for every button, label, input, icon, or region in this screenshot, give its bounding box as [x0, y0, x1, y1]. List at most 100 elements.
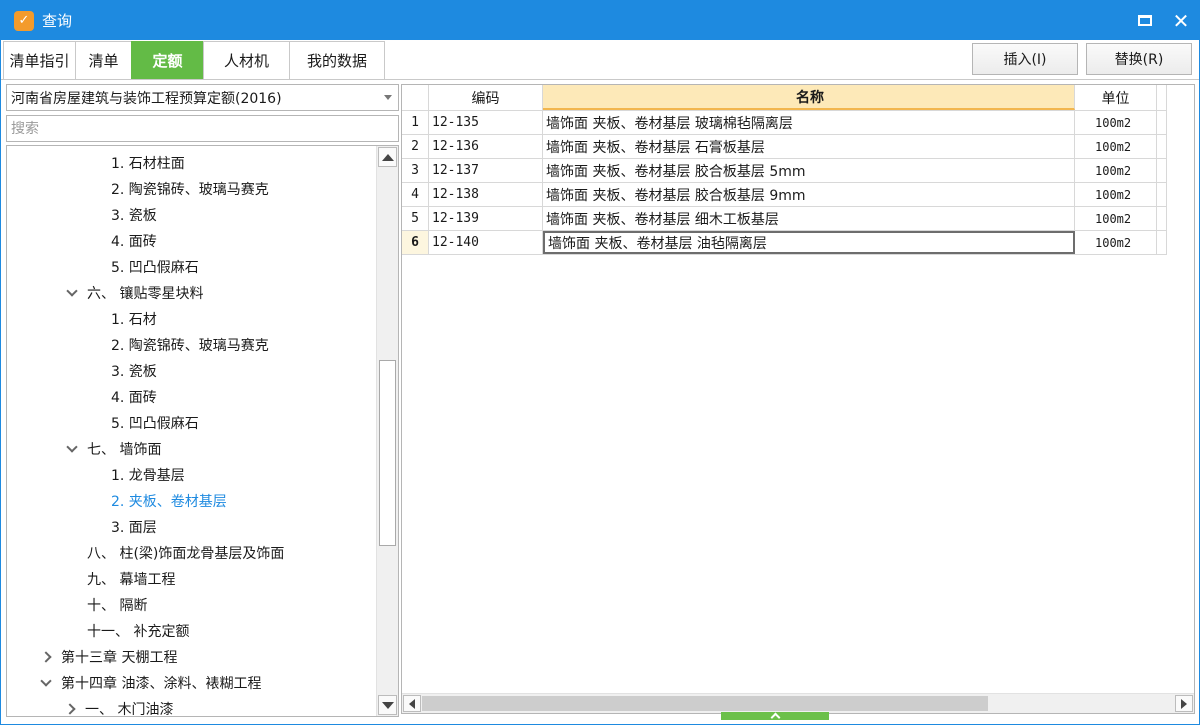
tree-item[interactable]: 1. 石材 — [111, 306, 157, 332]
row-index: 5 — [402, 207, 429, 230]
row-name[interactable]: 墙饰面 夹板、卷材基层 石膏板基层 — [543, 135, 1075, 158]
scroll-left-button[interactable] — [403, 695, 421, 712]
table-row[interactable]: 1 12-135 墙饰面 夹板、卷材基层 玻璃棉毡隔离层 100m2 — [402, 111, 1167, 135]
tree-item[interactable]: 3. 面层 — [111, 514, 157, 540]
tab-my-data[interactable]: 我的数据 — [289, 41, 385, 79]
table-row-current[interactable]: 6 12-140 墙饰面 夹板、卷材基层 油毡隔离层 100m2 — [402, 231, 1167, 255]
tree-item[interactable]: 5. 凹凸假麻石 — [111, 410, 199, 436]
tree-vertical-scrollbar[interactable] — [376, 146, 398, 716]
close-icon: ✕ — [1172, 8, 1190, 33]
tree-item[interactable]: 十一、 补充定额 — [87, 618, 189, 644]
row-name[interactable]: 墙饰面 夹板、卷材基层 胶合板基层 9mm — [543, 183, 1075, 206]
collapse-panel-handle[interactable] — [721, 712, 829, 720]
row-name[interactable]: 墙饰面 夹板、卷材基层 胶合板基层 5mm — [543, 159, 1075, 182]
tab-materials[interactable]: 人材机 — [203, 41, 289, 79]
header-index — [402, 85, 429, 110]
tree-item[interactable]: 3. 瓷板 — [111, 202, 157, 228]
tree-node-chapter-13[interactable]: 第十三章 天棚工程 — [39, 644, 177, 670]
header-unit[interactable]: 单位 — [1075, 85, 1157, 110]
row-code[interactable]: 12-135 — [429, 111, 543, 134]
row-unit[interactable]: 100m2 — [1075, 207, 1157, 230]
window-controls: ✕ — [1127, 1, 1199, 40]
table-row[interactable]: 5 12-139 墙饰面 夹板、卷材基层 细木工板基层 100m2 — [402, 207, 1167, 231]
row-unit[interactable]: 100m2 — [1075, 183, 1157, 206]
tree-node-section-7[interactable]: 七、 墙饰面 — [65, 436, 161, 462]
row-extra — [1157, 111, 1167, 134]
arrow-right-icon — [1181, 698, 1187, 709]
tree-node-door-paint[interactable]: 一、 木门油漆 — [63, 696, 173, 716]
chapter-tree: 1. 石材柱面 2. 陶瓷锦砖、玻璃马赛克 3. 瓷板 4. 面砖 5. 凹凸假… — [6, 145, 399, 717]
scroll-up-button[interactable] — [378, 147, 397, 167]
chevron-right-icon[interactable] — [63, 705, 77, 713]
search-box — [6, 115, 399, 142]
tree-item[interactable]: 九、 幕墙工程 — [87, 566, 175, 592]
row-index: 2 — [402, 135, 429, 158]
close-button[interactable]: ✕ — [1163, 1, 1199, 40]
quota-library-value: 河南省房屋建筑与装饰工程预算定额(2016) — [11, 90, 282, 107]
maximize-button[interactable] — [1127, 1, 1163, 40]
scroll-thumb[interactable] — [379, 360, 396, 546]
chevron-down-icon[interactable] — [65, 291, 79, 295]
table-row[interactable]: 4 12-138 墙饰面 夹板、卷材基层 胶合板基层 9mm 100m2 — [402, 183, 1167, 207]
row-unit[interactable]: 100m2 — [1075, 111, 1157, 134]
results-panel: 编码 名称 单位 1 12-135 墙饰面 夹板、卷材基层 玻璃棉毡隔离层 10… — [401, 84, 1195, 714]
chevron-right-icon[interactable] — [39, 653, 53, 661]
tree-item[interactable]: 3. 瓷板 — [111, 358, 157, 384]
scroll-right-button[interactable] — [1175, 695, 1193, 712]
row-index: 4 — [402, 183, 429, 206]
app-logo-icon: ✓ — [14, 10, 34, 31]
chevron-down-icon[interactable] — [65, 447, 79, 451]
replace-button[interactable]: 替换(R) — [1086, 43, 1192, 75]
maximize-icon — [1138, 15, 1152, 26]
arrow-left-icon — [409, 698, 415, 709]
scroll-thumb[interactable] — [422, 696, 988, 711]
scroll-down-button[interactable] — [378, 695, 397, 715]
tree-item[interactable]: 2. 陶瓷锦砖、玻璃马赛克 — [111, 332, 269, 358]
tree-node-chapter-14[interactable]: 第十四章 油漆、涂料、裱糊工程 — [39, 670, 261, 696]
row-code[interactable]: 12-137 — [429, 159, 543, 182]
header-code[interactable]: 编码 — [429, 85, 543, 110]
row-extra — [1157, 135, 1167, 158]
row-name[interactable]: 墙饰面 夹板、卷材基层 油毡隔离层 — [543, 231, 1075, 254]
table-horizontal-scrollbar[interactable] — [402, 693, 1194, 713]
tree-item[interactable]: 1. 石材柱面 — [111, 150, 185, 176]
left-panel: 河南省房屋建筑与装饰工程预算定额(2016) 1. 石材柱面 2. 陶瓷锦砖、玻… — [6, 84, 399, 718]
tab-bill-guide[interactable]: 清单指引 — [3, 41, 75, 79]
row-name[interactable]: 墙饰面 夹板、卷材基层 玻璃棉毡隔离层 — [543, 111, 1075, 134]
title-bar: ✓ 查询 ✕ — [1, 1, 1199, 40]
row-unit[interactable]: 100m2 — [1075, 135, 1157, 158]
search-input[interactable] — [7, 116, 398, 141]
row-code[interactable]: 12-140 — [429, 231, 543, 254]
row-code[interactable]: 12-138 — [429, 183, 543, 206]
table-row[interactable]: 2 12-136 墙饰面 夹板、卷材基层 石膏板基层 100m2 — [402, 135, 1167, 159]
tree-item[interactable]: 5. 凹凸假麻石 — [111, 254, 199, 280]
tab-quota[interactable]: 定额 — [131, 41, 203, 79]
row-unit[interactable]: 100m2 — [1075, 159, 1157, 182]
tab-strip: 清单指引 清单 定额 人材机 我的数据 — [3, 41, 385, 79]
chevron-down-icon[interactable] — [39, 681, 53, 685]
row-unit[interactable]: 100m2 — [1075, 231, 1157, 254]
tree-item[interactable]: 十、 隔断 — [87, 592, 147, 618]
tree-item[interactable]: 1. 龙骨基层 — [111, 462, 185, 488]
tree-item[interactable]: 4. 面砖 — [111, 384, 157, 410]
tree-item[interactable]: 八、 柱(梁)饰面龙骨基层及饰面 — [87, 540, 284, 566]
arrow-down-icon — [381, 701, 394, 709]
arrow-up-icon — [381, 153, 394, 161]
tree-item[interactable]: 2. 陶瓷锦砖、玻璃马赛克 — [111, 176, 269, 202]
tree-item-label: 七、 墙饰面 — [87, 442, 162, 458]
dropdown-arrow-icon — [384, 95, 392, 100]
tree-node-section-6[interactable]: 六、 镶贴零星块料 — [65, 280, 203, 306]
row-name[interactable]: 墙饰面 夹板、卷材基层 细木工板基层 — [543, 207, 1075, 230]
tree-item[interactable]: 4. 面砖 — [111, 228, 157, 254]
row-index: 3 — [402, 159, 429, 182]
query-window: ✓ 查询 ✕ 清单指引 清单 定额 人材机 我的数据 插入(I) 替换(R) 河… — [0, 0, 1200, 725]
tree-item-selected[interactable]: 2. 夹板、卷材基层 — [111, 488, 227, 514]
header-name[interactable]: 名称 — [543, 85, 1075, 110]
quota-library-select[interactable]: 河南省房屋建筑与装饰工程预算定额(2016) — [6, 84, 399, 111]
row-code[interactable]: 12-136 — [429, 135, 543, 158]
table-row[interactable]: 3 12-137 墙饰面 夹板、卷材基层 胶合板基层 5mm 100m2 — [402, 159, 1167, 183]
row-code[interactable]: 12-139 — [429, 207, 543, 230]
row-extra — [1157, 231, 1167, 254]
tab-bill[interactable]: 清单 — [75, 41, 131, 79]
insert-button[interactable]: 插入(I) — [972, 43, 1078, 75]
